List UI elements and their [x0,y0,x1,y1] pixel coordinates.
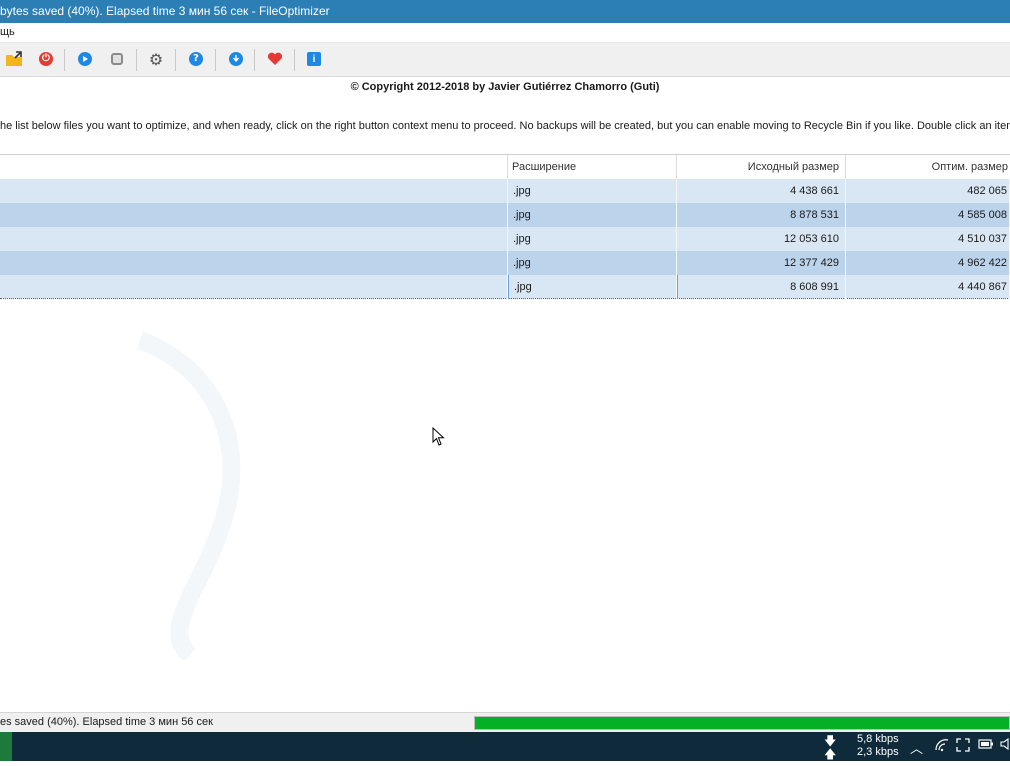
exit-button[interactable]: ⏻ [36,49,56,69]
background-watermark [136,331,241,660]
cell-extension: .jpg [508,179,677,203]
toolbar-separator [215,49,216,71]
toolbar-separator [254,49,255,71]
cell-original-size: 8 878 531 [677,203,846,227]
upload-arrow-icon: 🡅 [824,747,837,761]
cell-original-size: 12 377 429 [677,251,846,275]
cell-name [0,179,508,203]
menu-bar: щь [0,23,1010,43]
stop-button[interactable] [107,49,127,69]
cell-name [0,251,508,275]
table-row[interactable]: .jpg 12 377 429 4 962 422 [0,251,1010,275]
column-header-name[interactable] [0,155,508,179]
download-speed: 5,8 kbps [857,733,899,745]
folder-add-icon [6,51,22,66]
volume-icon[interactable] [1000,737,1010,754]
download-icon [229,52,243,66]
cell-extension: .jpg [508,275,677,299]
options-button[interactable]: ⚙ [146,49,166,69]
cell-original-size: 12 053 610 [677,227,846,251]
table-header: Расширение Исходный размер Оптим. размер [0,155,1010,179]
cell-optimized-size: 482 065 [846,179,1010,203]
column-header-optimized-size[interactable]: Оптим. размер [846,155,1010,179]
cell-optimized-size: 4 440 867 [846,275,1010,299]
heart-icon [267,52,283,65]
toolbar-separator [175,49,176,71]
network-speed: 5,8 kbps 2,3 kbps [857,733,899,759]
status-bar: es saved (40%). Elapsed time 3 мин 56 се… [0,712,1010,733]
help-button[interactable]: ? [186,49,206,69]
cell-optimized-size: 4 510 037 [846,227,1010,251]
column-header-original-size[interactable]: Исходный размер [677,155,846,179]
cell-original-size: 8 608 991 [677,275,846,299]
mouse-cursor-icon [432,427,445,446]
toolbar-separator [294,49,295,71]
cell-extension: .jpg [508,203,677,227]
file-list-table[interactable]: Расширение Исходный размер Оптим. размер… [0,154,1010,299]
toolbar-separator [64,49,65,71]
cell-optimized-size: 4 962 422 [846,251,1010,275]
donate-button[interactable] [265,49,285,69]
check-updates-button[interactable] [226,49,246,69]
cell-name [0,203,508,227]
taskbar: 🡇 🡅 5,8 kbps 2,3 kbps ︿ [0,732,1010,761]
stop-icon [111,53,123,65]
cell-extension: .jpg [508,251,677,275]
instructions-text: he list below files you want to optimize… [0,120,1010,132]
cell-extension: .jpg [508,227,677,251]
title-bar: bytes saved (40%). Elapsed time 3 мин 56… [0,0,1010,23]
progress-fill [475,717,1009,729]
cell-name [0,227,508,251]
battery-icon[interactable] [978,738,994,754]
add-files-button[interactable] [4,49,24,69]
window-title: bytes saved (40%). Elapsed time 3 мин 56… [0,4,330,18]
column-header-extension[interactable]: Расширение [508,155,677,179]
table-row[interactable]: .jpg 12 053 610 4 510 037 [0,227,1010,251]
gear-icon: ⚙ [148,49,164,69]
taskbar-app-button[interactable] [0,732,12,761]
toolbar-separator [136,49,137,71]
wifi-icon[interactable] [934,738,950,756]
copyright-label: © Copyright 2012-2018 by Javier Gutiérre… [350,81,660,93]
table-row-focused[interactable]: .jpg 8 608 991 4 440 867 [0,275,1010,299]
copyright-text: © Copyright 2012-2018 by Javier Gutiérre… [0,80,1010,94]
menu-item-help[interactable]: щь [0,23,15,42]
help-icon: ? [189,52,203,66]
cell-name [0,275,508,299]
progress-bar [474,716,1010,730]
info-icon: i [307,52,321,66]
chevron-up-icon[interactable]: ︿ [910,738,923,757]
about-button[interactable]: i [304,49,324,69]
status-text: es saved (40%). Elapsed time 3 мин 56 се… [0,716,213,728]
power-icon: ⏻ [39,52,53,66]
optimize-button[interactable] [75,49,95,69]
upload-speed: 2,3 kbps [857,746,899,758]
cell-original-size: 4 438 661 [677,179,846,203]
play-icon [78,52,92,66]
table-row[interactable]: .jpg 4 438 661 482 065 [0,179,1010,203]
fullscreen-icon[interactable] [956,738,970,756]
cell-optimized-size: 4 585 008 [846,203,1010,227]
toolbar: ⏻ ⚙ ? i [0,43,1010,77]
table-row[interactable]: .jpg 8 878 531 4 585 008 [0,203,1010,227]
